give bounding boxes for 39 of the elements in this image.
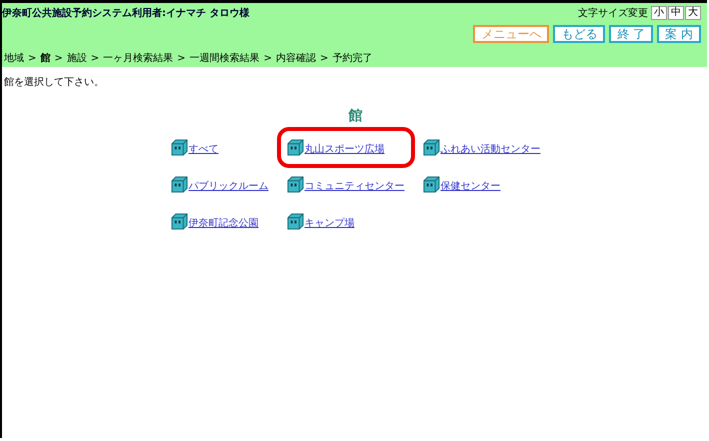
facility-link[interactable]: 伊奈町記念公園 [188, 216, 258, 230]
font-size-button[interactable]: 大 [685, 6, 701, 20]
breadcrumb-item: 内容確認 [276, 52, 316, 65]
cube-icon[interactable] [286, 139, 304, 156]
cube-icon[interactable] [286, 213, 304, 230]
facility-link[interactable]: パブリックルーム [188, 179, 268, 193]
cube-icon[interactable] [170, 139, 188, 156]
breadcrumb-separator: > [177, 52, 186, 64]
facility-link[interactable]: 丸山スポーツ広場 [304, 142, 384, 156]
facility-link[interactable]: コミュニティセンター [304, 179, 404, 193]
font-size-button[interactable]: 小 [651, 6, 667, 20]
breadcrumb-item: 一週間検索結果 [190, 52, 260, 65]
facility-link[interactable]: キャンプ場 [304, 216, 354, 230]
facility-link[interactable]: すべて [188, 142, 218, 156]
cube-icon[interactable] [422, 139, 440, 156]
breadcrumb-separator: > [54, 52, 63, 64]
system-title: 伊奈町公共施設予約システム利用者:イナマチ タロウ様 [2, 6, 250, 20]
nav-button[interactable]: 案 内 [657, 25, 701, 43]
breadcrumb-separator: > [90, 52, 100, 64]
cube-icon[interactable] [422, 176, 440, 193]
breadcrumb-item: 地域 [4, 52, 24, 65]
font-size-label: 文字サイズ変更 [578, 6, 648, 20]
breadcrumb-separator: > [320, 52, 328, 64]
section-heading: 館 [347, 107, 364, 125]
facility-link[interactable]: 保健センター [440, 179, 500, 193]
breadcrumb-item: 予約完了 [332, 52, 372, 65]
nav-button[interactable]: 終 了 [609, 25, 654, 43]
breadcrumb-item: 一ヶ月検索結果 [103, 52, 174, 65]
breadcrumb-item: 施設 [66, 52, 87, 65]
cube-icon[interactable] [170, 176, 188, 193]
nav-button[interactable]: もどる [553, 25, 606, 43]
instruction-text: 館を選択して下さい。 [4, 76, 105, 89]
font-size-button[interactable]: 中 [668, 6, 684, 20]
breadcrumb-separator: > [264, 52, 272, 64]
facility-link[interactable]: ふれあい活動センター [440, 142, 540, 156]
cube-icon[interactable] [286, 176, 304, 193]
cube-icon[interactable] [170, 213, 188, 230]
breadcrumb-separator: > [28, 52, 36, 64]
breadcrumb-item: 館 [40, 52, 50, 65]
